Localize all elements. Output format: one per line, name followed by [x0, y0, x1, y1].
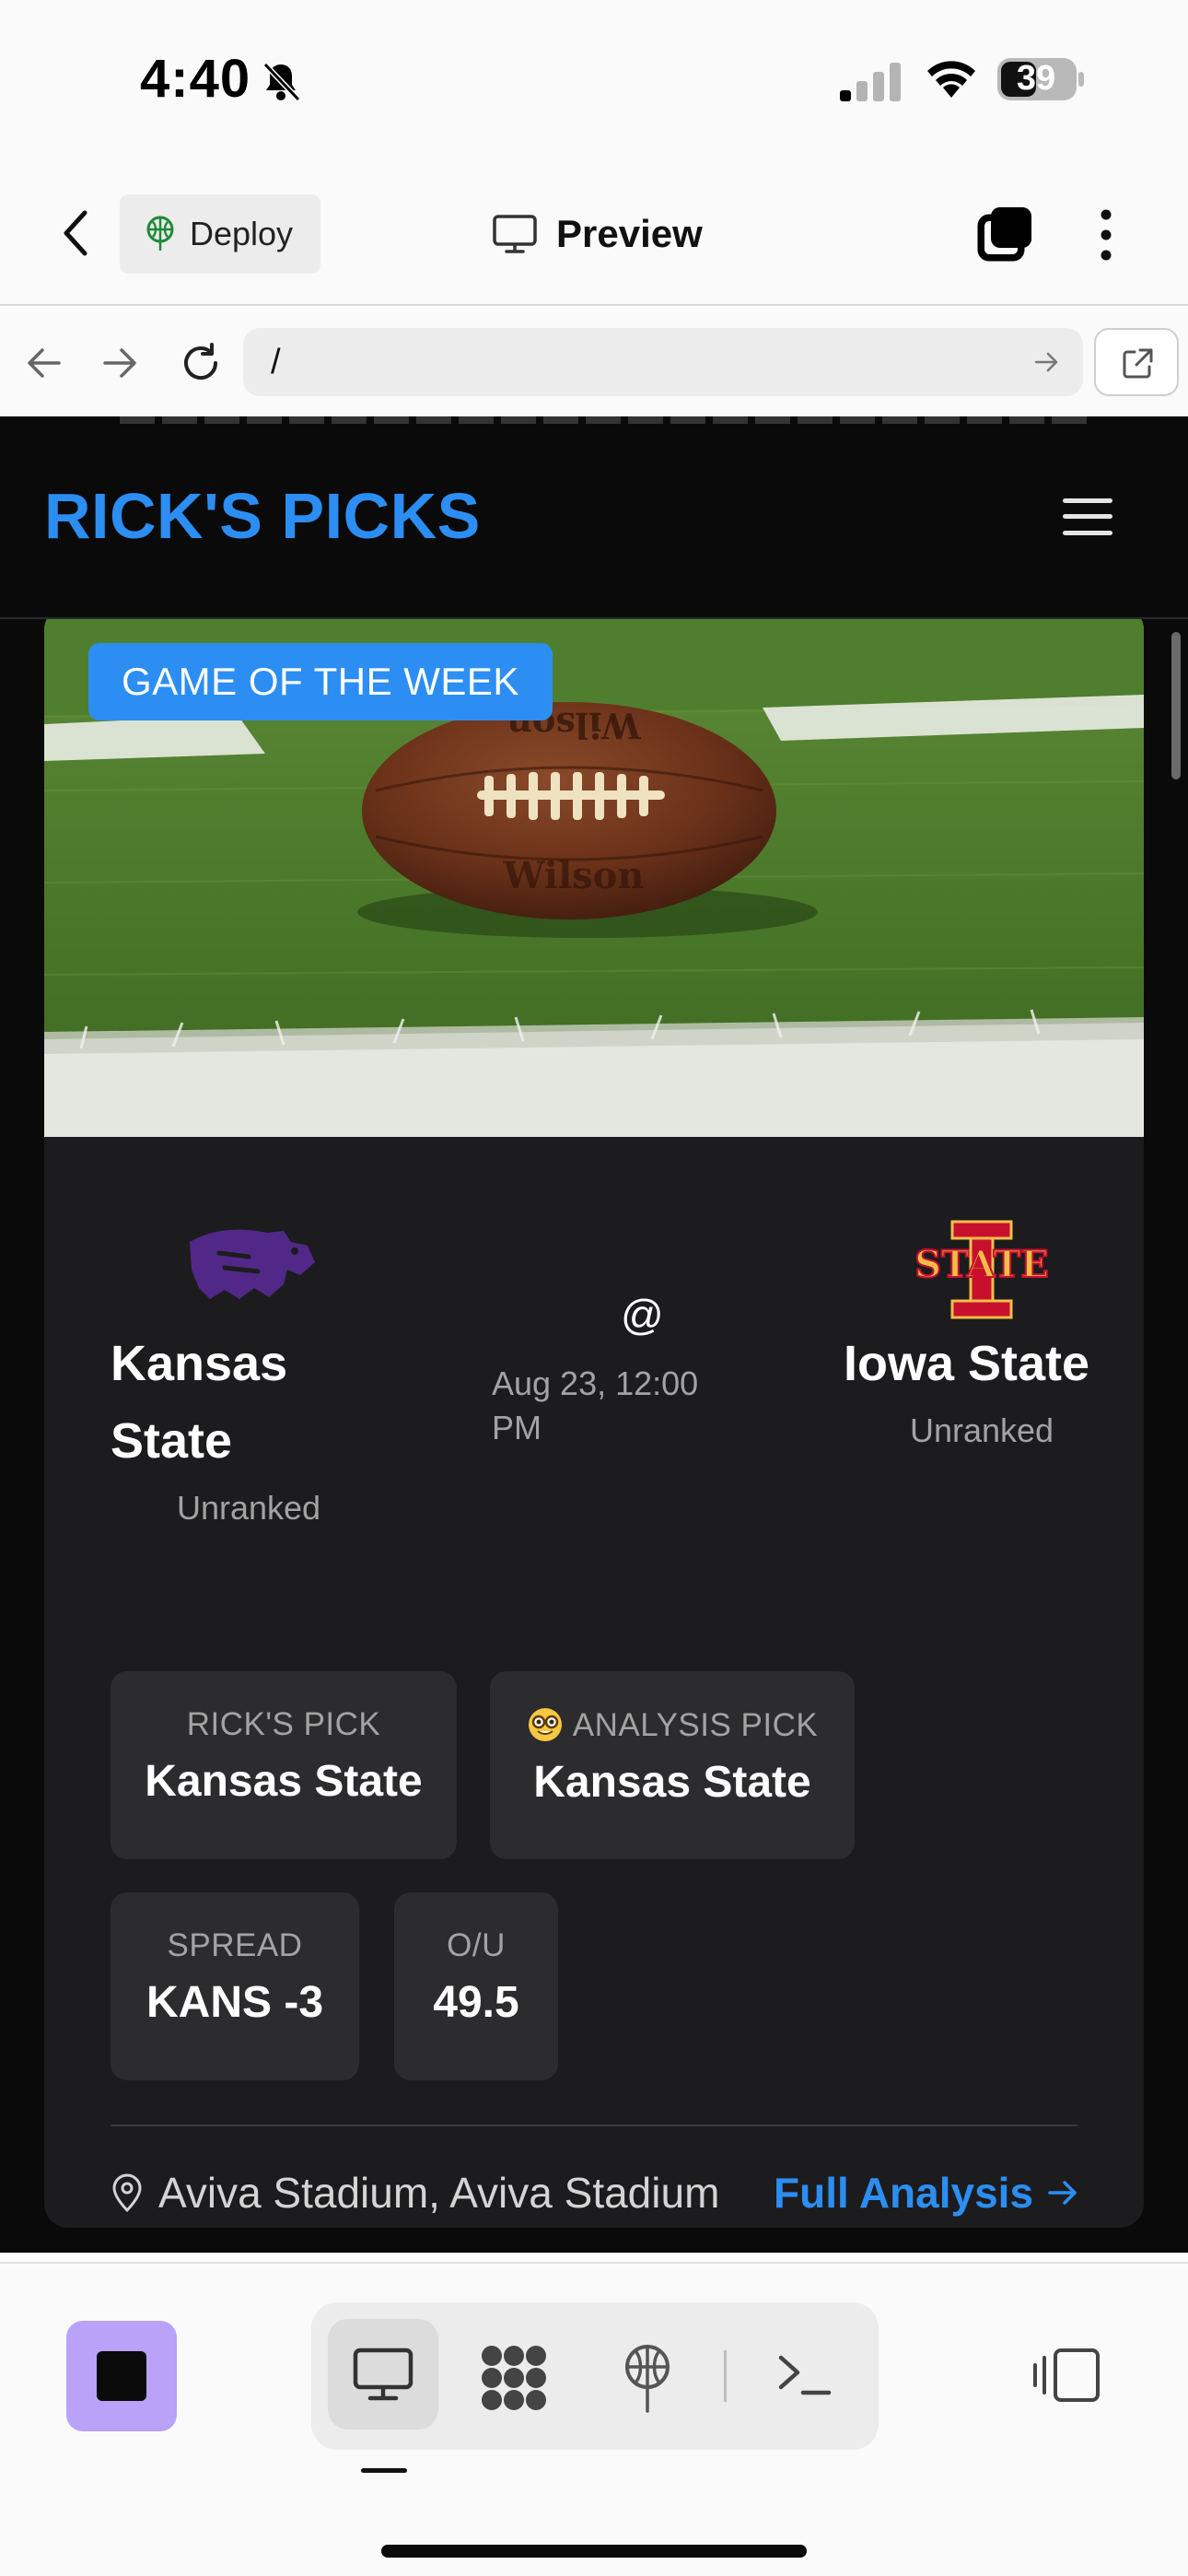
- spread-label: SPREAD: [167, 1927, 303, 1963]
- hamburger-menu-icon[interactable]: [1061, 496, 1114, 538]
- tabs-icon[interactable]: [976, 204, 1035, 263]
- site-navbar: RICK'S PICKS: [0, 416, 1188, 619]
- more-vertical-icon[interactable]: [1092, 205, 1120, 264]
- game-date: Aug 23, 12:00 PM: [492, 1364, 699, 1446]
- away-team: STATE Iowa State Unranked: [844, 1214, 1120, 1450]
- venue-text: Aviva Stadium, Aviva Stadium: [158, 2169, 720, 2217]
- arrow-left-icon[interactable]: [24, 343, 64, 383]
- clipped-text: [120, 416, 1087, 424]
- monitor-icon: [493, 215, 537, 253]
- iowa-state-logo: STATE: [914, 1220, 1050, 1319]
- arrow-right-icon[interactable]: [99, 343, 140, 383]
- terminal-icon[interactable]: [775, 2352, 833, 2398]
- battery-level: 39: [1016, 59, 1056, 98]
- ricks-pick-label: RICK'S PICK: [186, 1706, 381, 1742]
- go-arrow-icon[interactable]: [1033, 348, 1061, 376]
- analysis-pick-box: ANALYSIS PICK Kansas State: [490, 1671, 855, 1859]
- stop-button[interactable]: [66, 2321, 177, 2431]
- game-card[interactable]: Wilson Wilson GAME OF THE WEEK Kansas St…: [44, 619, 1144, 2228]
- layout-panels-icon[interactable]: [1031, 2347, 1101, 2404]
- over-under-box: O/U 49.5: [394, 1892, 558, 2080]
- open-external-icon: [1123, 348, 1153, 379]
- chevron-left-icon[interactable]: [57, 207, 94, 259]
- app-header: Deploy Preview: [0, 161, 1188, 306]
- bottom-toolbar: [0, 2262, 1188, 2576]
- svg-text:Wilson: Wilson: [503, 854, 645, 897]
- browser-bar: /: [0, 308, 1188, 416]
- preview-title: Preview: [492, 202, 703, 266]
- spread-value: KANS -3: [146, 1978, 324, 2027]
- analysis-pick-header: ANALYSIS PICK: [490, 1706, 855, 1744]
- football-hero-image: Wilson Wilson GAME OF THE WEEK: [44, 619, 1144, 1137]
- arrow-right-icon: [1048, 2181, 1077, 2205]
- tool-separator: [724, 2350, 727, 2402]
- deploy-button[interactable]: Deploy: [120, 194, 320, 274]
- preview-tool-button[interactable]: [328, 2319, 438, 2430]
- card-divider: [111, 2125, 1077, 2126]
- monitor-icon: [353, 2348, 413, 2401]
- analysis-pick-label: ANALYSIS PICK: [572, 1707, 819, 1743]
- site-viewport: RICK'S PICKS Wilson Wilson GAME OF THE W…: [0, 416, 1188, 2253]
- ricks-pick-box: RICK'S PICK Kansas State: [111, 1671, 457, 1859]
- full-analysis-link[interactable]: Full Analysis: [774, 2158, 1079, 2228]
- versus-at-symbol: @: [621, 1291, 664, 1339]
- home-team-rank: Unranked: [176, 1489, 321, 1527]
- home-team-name[interactable]: Kansas State: [111, 1325, 387, 1480]
- over-under-value: 49.5: [433, 1978, 519, 2027]
- game-of-the-week-badge: GAME OF THE WEEK: [88, 643, 553, 720]
- site-content: Wilson Wilson GAME OF THE WEEK Kansas St…: [0, 619, 1188, 2253]
- open-external-button[interactable]: [1094, 328, 1179, 396]
- nerd-face-icon: [528, 1708, 562, 1741]
- spread-box: SPREAD KANS -3: [111, 1892, 359, 2080]
- site-brand[interactable]: RICK'S PICKS: [44, 479, 481, 553]
- url-input[interactable]: /: [243, 328, 1083, 396]
- away-team-rank: Unranked: [909, 1411, 1054, 1449]
- home-team: Kansas State Unranked: [111, 1214, 387, 1528]
- bell-slash-icon: [262, 62, 301, 102]
- apps-icon[interactable]: [479, 2343, 549, 2413]
- full-analysis-label: Full Analysis: [774, 2169, 1034, 2217]
- signal-icon: [840, 63, 901, 101]
- deploy-icon[interactable]: [619, 2343, 676, 2413]
- over-under-label: O/U: [447, 1927, 506, 1963]
- preview-label: Preview: [556, 212, 703, 255]
- tool-switcher: [311, 2302, 879, 2450]
- reload-icon[interactable]: [177, 339, 225, 387]
- ricks-pick-value: Kansas State: [145, 1757, 423, 1806]
- svg-text:STATE: STATE: [914, 1243, 1049, 1286]
- venue: Aviva Stadium, Aviva Stadium: [111, 2158, 719, 2228]
- map-pin-icon: [112, 2173, 142, 2213]
- status-bar: 4:40 39: [0, 0, 1188, 161]
- kansas-state-wildcat-logo: [190, 1229, 315, 1299]
- page-scrollbar[interactable]: [1171, 632, 1181, 779]
- home-indicator: [381, 2545, 807, 2558]
- deploy-icon: [146, 216, 174, 251]
- status-time: 4:40: [140, 49, 251, 109]
- active-tool-indicator: [361, 2468, 407, 2473]
- analysis-pick-value: Kansas State: [533, 1758, 811, 1807]
- away-team-name[interactable]: Iowa State: [844, 1325, 1120, 1402]
- url-text: /: [271, 343, 281, 381]
- stop-icon: [97, 2351, 146, 2401]
- deploy-label: Deploy: [190, 215, 294, 252]
- wifi-icon: [927, 61, 975, 98]
